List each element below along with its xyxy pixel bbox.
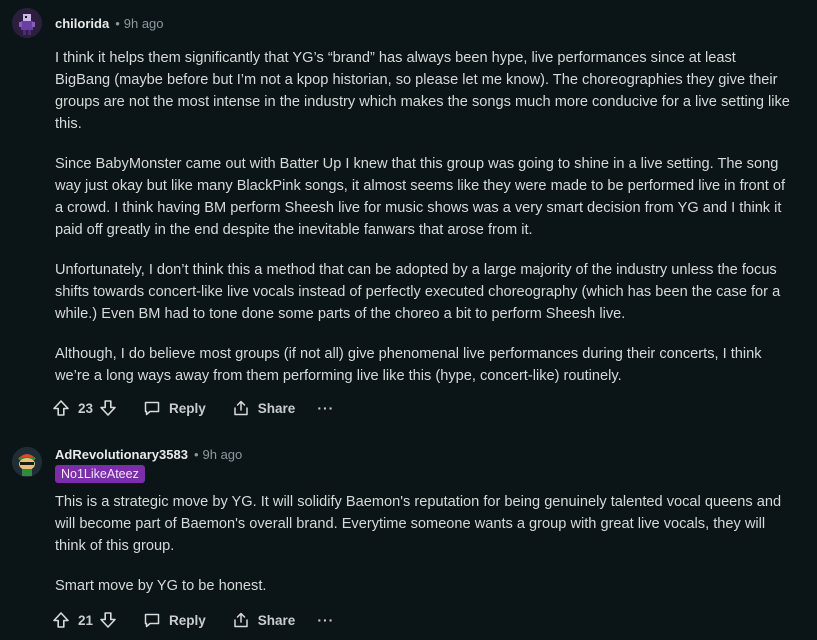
reply-button[interactable]: Reply — [143, 399, 206, 417]
snoo-avatar-icon — [12, 447, 42, 477]
comment-body: I think it helps them significantly that… — [55, 47, 795, 405]
comment-paragraph: This is a strategic move by YG. It will … — [55, 494, 782, 554]
downvote-button[interactable] — [99, 611, 117, 629]
timestamp[interactable]: 9h ago — [124, 16, 164, 31]
comment-bubble-icon — [144, 613, 160, 628]
share-button[interactable]: Share — [232, 399, 296, 417]
comment-actions: 21 Reply Share ··· — [52, 609, 334, 631]
author-name[interactable]: chilorida — [55, 16, 109, 31]
share-icon — [234, 400, 248, 416]
share-label: Share — [257, 400, 296, 416]
downvote-icon — [100, 400, 116, 416]
comment-actions: 23 Reply Share ··· — [52, 397, 334, 419]
upvote-icon — [53, 612, 69, 628]
meta-separator: • — [115, 16, 120, 31]
comment-meta: AdRevolutionary3583 • 9h ago — [55, 447, 242, 462]
comment-paragraph: Unfortunately, I don’t think this a meth… — [55, 262, 781, 322]
upvote-button[interactable] — [52, 399, 70, 417]
comment-bubble-icon — [144, 401, 160, 416]
upvote-icon — [53, 400, 69, 416]
downvote-icon — [100, 612, 116, 628]
vote-count: 23 — [78, 400, 94, 416]
author-name[interactable]: AdRevolutionary3583 — [55, 447, 188, 462]
reply-label: Reply — [169, 612, 206, 628]
comment-paragraph: Smart move by YG to be honest. — [55, 578, 267, 594]
vote-count: 21 — [78, 612, 94, 628]
timestamp[interactable]: 9h ago — [203, 447, 243, 462]
comment-meta: chilorida • 9h ago — [55, 16, 164, 31]
user-avatar[interactable] — [12, 8, 42, 38]
upvote-button[interactable] — [52, 611, 70, 629]
comment-paragraph: I think it helps them significantly that… — [55, 50, 790, 132]
user-avatar[interactable] — [12, 447, 42, 477]
reply-button[interactable]: Reply — [143, 611, 206, 629]
share-button[interactable]: Share — [232, 611, 296, 629]
share-label: Share — [257, 612, 296, 628]
pixel-character-avatar-icon — [12, 8, 42, 38]
comment-paragraph: Although, I do believe most groups (if n… — [55, 346, 762, 384]
user-flair: No1LikeAteez — [55, 465, 145, 483]
share-icon — [234, 612, 248, 628]
comment-body: This is a strategic move by YG. It will … — [55, 491, 795, 615]
comment-paragraph: Since BabyMonster came out with Batter U… — [55, 156, 786, 238]
more-options-button[interactable]: ··· — [317, 612, 334, 628]
reply-label: Reply — [169, 400, 206, 416]
downvote-button[interactable] — [99, 399, 117, 417]
meta-separator: • — [193, 447, 199, 462]
more-options-button[interactable]: ··· — [317, 400, 334, 416]
